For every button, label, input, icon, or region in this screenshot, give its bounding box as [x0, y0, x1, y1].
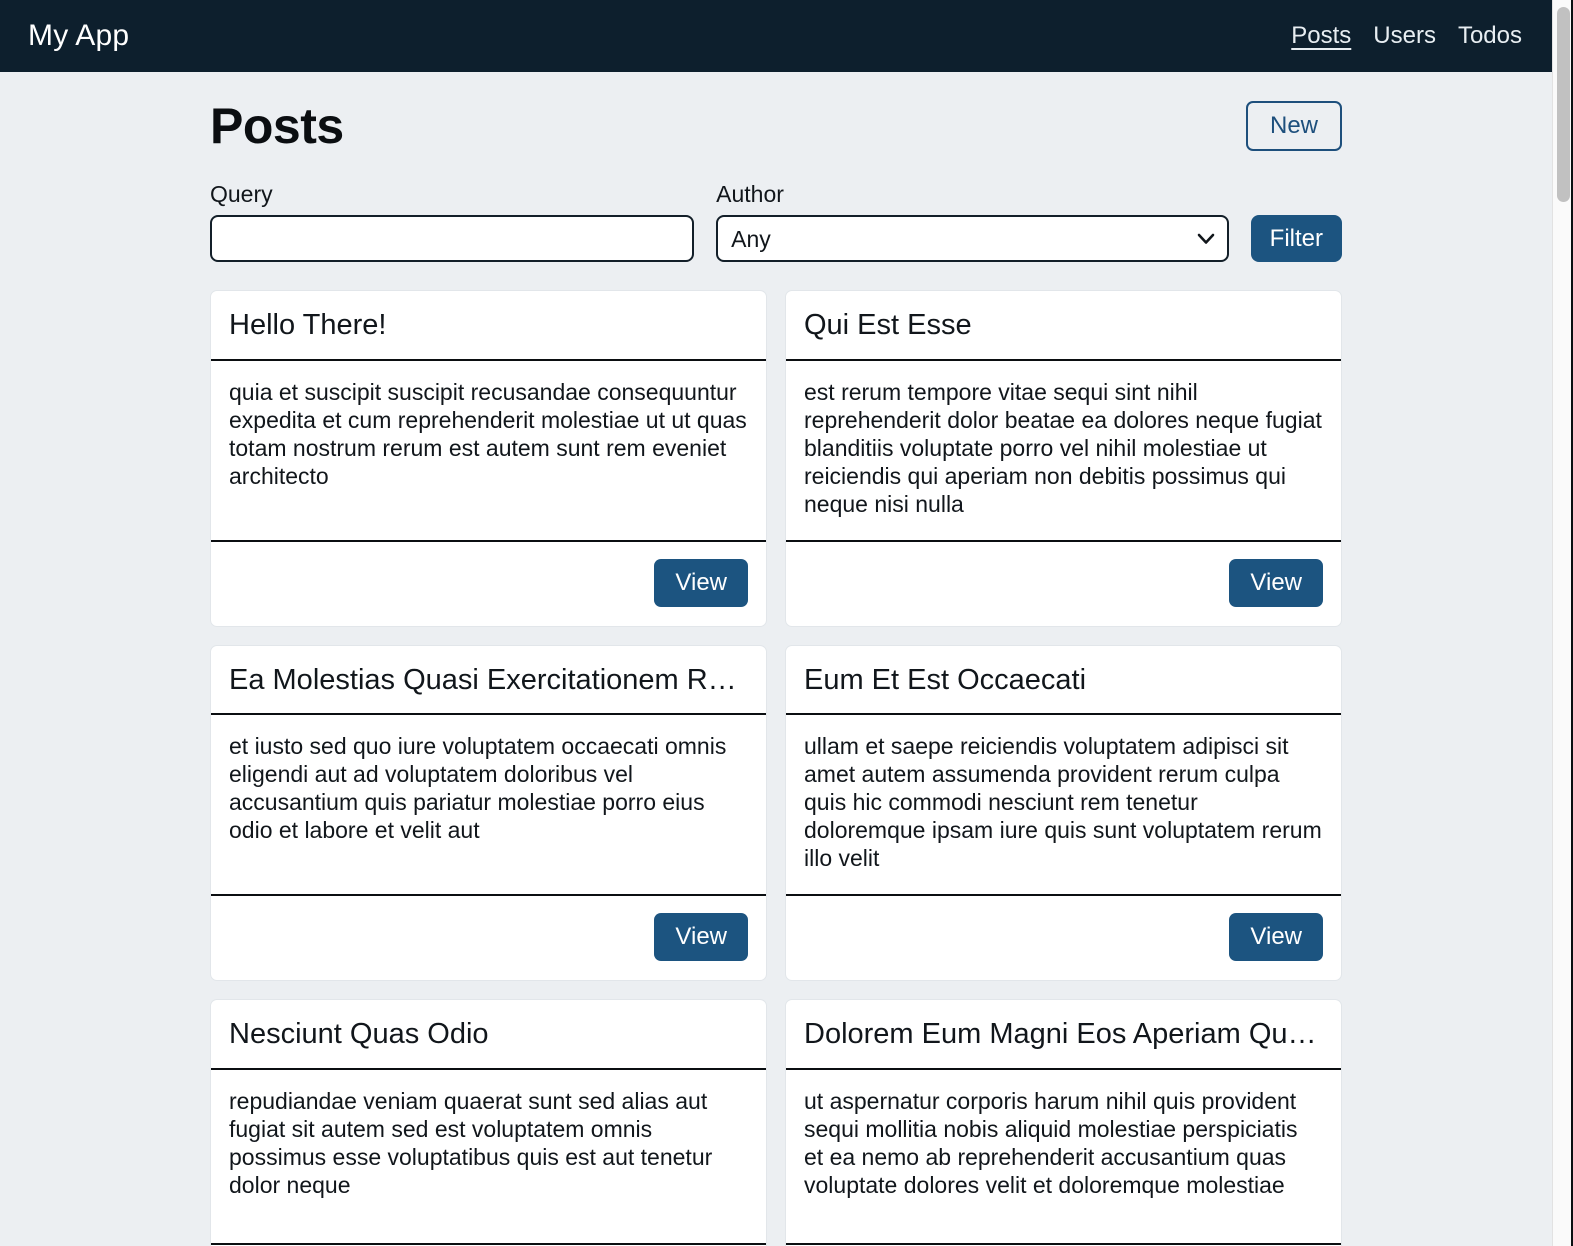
post-card-footer: View [211, 896, 766, 980]
page-scroll-area: My App Posts Users Todos Posts New Query [0, 0, 1552, 1246]
query-label: Query [210, 181, 273, 207]
post-card-footer: View [786, 896, 1341, 980]
author-select-wrap: Any [716, 215, 1229, 263]
post-card-footer: View [786, 542, 1341, 626]
post-card-header: Dolorem Eum Magni Eos Aperiam Qu… [786, 1000, 1341, 1070]
post-excerpt: ullam et saepe reiciendis voluptatem adi… [804, 733, 1322, 872]
post-title: Nesciunt Quas Odio [229, 1018, 489, 1051]
post-card-body: est rerum tempore vitae sequi sint nihil… [786, 361, 1341, 542]
post-card-header: Eum Et Est Occaecati [786, 646, 1341, 716]
page-header: Posts New [210, 72, 1342, 160]
scrollbar-thumb[interactable] [1557, 7, 1570, 202]
nav-link-posts[interactable]: Posts [1291, 22, 1351, 50]
view-post-button[interactable]: View [654, 558, 748, 607]
post-title: Ea Molestias Quasi Exercitationem R… [229, 663, 737, 696]
author-field-group: Author Any [716, 181, 1229, 263]
post-card[interactable]: Dolorem Eum Magni Eos Aperiam Qu… ut asp… [785, 999, 1342, 1246]
post-excerpt: est rerum tempore vitae sequi sint nihil… [804, 378, 1322, 517]
post-card-header: Nesciunt Quas Odio [211, 1000, 766, 1070]
navbar: My App Posts Users Todos [0, 0, 1552, 72]
post-card[interactable]: Nesciunt Quas Odio repudiandae veniam qu… [210, 999, 767, 1246]
nav-link-users[interactable]: Users [1373, 22, 1436, 50]
author-label: Author [716, 181, 784, 207]
post-card-header: Hello There! [211, 291, 766, 361]
vertical-scrollbar[interactable] [1552, 0, 1573, 1246]
search-input[interactable] [210, 215, 695, 263]
post-card[interactable]: Ea Molestias Quasi Exercitationem R… et … [210, 644, 767, 982]
filter-bar: Query Author Any Filter [210, 181, 1342, 263]
post-card-header: Ea Molestias Quasi Exercitationem R… [211, 646, 766, 716]
post-card-header: Qui Est Esse [786, 291, 1341, 361]
post-excerpt: ut aspernatur corporis harum nihil quis … [804, 1087, 1298, 1198]
post-card[interactable]: Hello There! quia et suscipit suscipit r… [210, 290, 767, 627]
post-card[interactable]: Qui Est Esse est rerum tempore vitae seq… [785, 290, 1342, 627]
page-title: Posts [210, 98, 344, 154]
post-card-body: ut aspernatur corporis harum nihil quis … [786, 1070, 1341, 1245]
new-post-button[interactable]: New [1245, 101, 1342, 151]
post-title: Eum Et Est Occaecati [804, 663, 1087, 696]
post-title: Dolorem Eum Magni Eos Aperiam Qu… [804, 1018, 1317, 1051]
posts-grid: Hello There! quia et suscipit suscipit r… [210, 290, 1342, 1246]
post-excerpt: repudiandae veniam quaerat sunt sed alia… [229, 1087, 713, 1198]
author-select[interactable]: Any [716, 215, 1229, 263]
nav-link-todos[interactable]: Todos [1458, 22, 1522, 50]
view-post-button[interactable]: View [1229, 558, 1323, 607]
filter-button[interactable]: Filter [1250, 215, 1342, 263]
post-card[interactable]: Eum Et Est Occaecati ullam et saepe reic… [785, 644, 1342, 982]
view-post-button[interactable]: View [1229, 913, 1323, 962]
post-excerpt: quia et suscipit suscipit recusandae con… [229, 378, 747, 489]
post-title: Qui Est Esse [804, 309, 972, 342]
query-field-group: Query [210, 181, 695, 263]
view-post-button[interactable]: View [654, 913, 748, 962]
main-container: Posts New Query Author Any Filter Hello … [0, 72, 1552, 1246]
post-card-footer: View [211, 542, 766, 626]
post-card-body: repudiandae veniam quaerat sunt sed alia… [211, 1070, 766, 1245]
post-title: Hello There! [229, 309, 387, 342]
nav-links: Posts Users Todos [1291, 22, 1522, 50]
post-card-body: et iusto sed quo iure voluptatem occaeca… [211, 715, 766, 897]
post-card-body: quia et suscipit suscipit recusandae con… [211, 361, 766, 542]
post-card-body: ullam et saepe reiciendis voluptatem adi… [786, 715, 1341, 897]
browser-viewport: My App Posts Users Todos Posts New Query [0, 0, 1573, 1246]
app-brand: My App [28, 19, 130, 52]
post-excerpt: et iusto sed quo iure voluptatem occaeca… [229, 733, 727, 844]
